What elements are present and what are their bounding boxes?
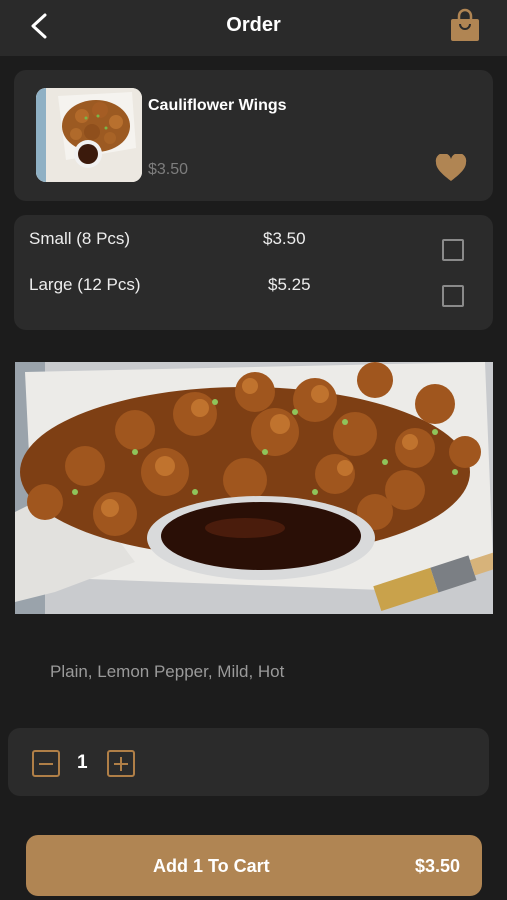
size-option-small[interactable]: Small (8 Pcs) $3.50	[14, 225, 493, 261]
cart-total-price: $3.50	[414, 856, 460, 876]
increase-quantity-button[interactable]	[107, 750, 135, 777]
item-thumbnail	[36, 88, 142, 182]
product-photo	[15, 362, 493, 614]
top-bar: Order	[0, 0, 507, 56]
add-to-cart-button[interactable]: Add 1 To Cart $3.50	[26, 835, 482, 896]
decrease-quantity-button[interactable]	[32, 750, 60, 777]
add-to-cart-label: Add 1 To Cart	[153, 856, 270, 876]
size-option-large[interactable]: Large (12 Pcs) $5.25	[14, 271, 493, 307]
size-option-label: Small (8 Pcs)	[29, 229, 131, 248]
minus-icon	[39, 762, 53, 765]
shopping-bag-icon	[451, 8, 479, 41]
heart-icon	[435, 153, 467, 181]
size-option-price: $3.50	[263, 229, 306, 248]
quantity-stepper: 1	[8, 728, 489, 796]
size-large-checkbox[interactable]	[442, 285, 464, 307]
item-summary-card: Cauliflower Wings $3.50	[14, 70, 493, 201]
size-option-label: Large (12 Pcs)	[29, 275, 141, 294]
flavor-options-text: Plain, Lemon Pepper, Mild, Hot	[50, 662, 285, 681]
size-small-checkbox[interactable]	[442, 239, 464, 261]
cart-bag-button[interactable]	[449, 8, 481, 42]
size-option-price: $5.25	[268, 275, 311, 294]
item-name: Cauliflower Wings	[148, 97, 287, 114]
size-options-card: Small (8 Pcs) $3.50 Large (12 Pcs) $5.25	[14, 215, 493, 330]
favorite-button[interactable]	[435, 153, 467, 182]
page-title: Order	[226, 14, 281, 36]
item-price: $3.50	[148, 161, 189, 178]
quantity-value: 1	[77, 752, 88, 773]
